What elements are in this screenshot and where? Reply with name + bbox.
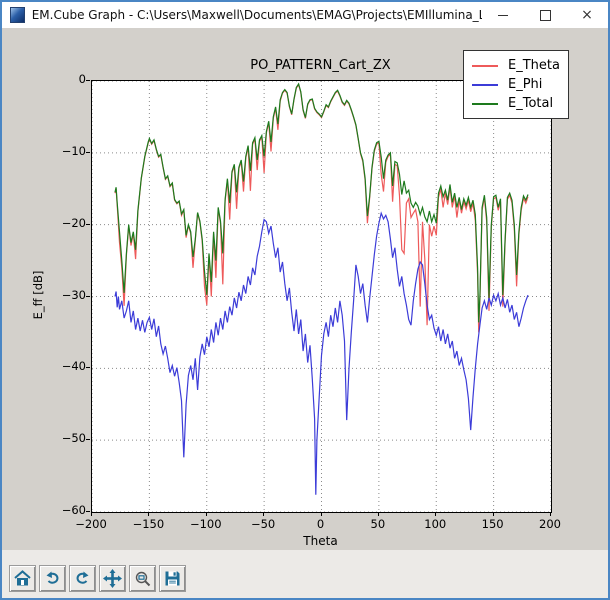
window-controls: × bbox=[482, 2, 608, 28]
y-tick-mark bbox=[86, 439, 90, 440]
window-title: EM.Cube Graph - C:\Users\Maxwell\Documen… bbox=[32, 8, 482, 22]
x-tick-label: −150 bbox=[133, 517, 165, 531]
save-floppy-icon bbox=[164, 570, 181, 587]
y-tick-mark bbox=[86, 224, 90, 225]
pan-button[interactable] bbox=[99, 565, 126, 592]
home-button[interactable] bbox=[9, 565, 36, 592]
save-button[interactable] bbox=[159, 565, 186, 592]
maximize-icon bbox=[540, 10, 551, 21]
plot-area[interactable] bbox=[91, 80, 552, 513]
legend-label: E_Total bbox=[508, 96, 553, 111]
series-E_Phi bbox=[115, 213, 528, 495]
legend-label: E_Phi bbox=[508, 77, 542, 92]
x-tick-label: 50 bbox=[371, 517, 386, 531]
app-icon bbox=[10, 7, 25, 23]
legend-entry-E_Theta: E_Theta bbox=[472, 56, 560, 75]
x-tick-label: −50 bbox=[251, 517, 275, 531]
legend-label: E_Theta bbox=[508, 58, 560, 73]
title-bar[interactable]: EM.Cube Graph - C:\Users\Maxwell\Documen… bbox=[2, 2, 608, 28]
y-tick-mark bbox=[86, 296, 90, 297]
series-E_Total bbox=[115, 84, 528, 323]
x-tick-label: 150 bbox=[482, 517, 504, 531]
y-tick-label: −20 bbox=[2, 216, 86, 230]
legend-entry-E_Phi: E_Phi bbox=[472, 75, 560, 94]
maximize-button[interactable] bbox=[524, 2, 566, 28]
legend-line-swatch bbox=[472, 84, 498, 86]
minimize-icon bbox=[498, 15, 508, 16]
x-tick-label: 200 bbox=[539, 517, 561, 531]
y-tick-label: −30 bbox=[2, 288, 86, 302]
zoom-button[interactable] bbox=[129, 565, 156, 592]
close-icon: × bbox=[581, 8, 593, 22]
home-icon bbox=[13, 569, 32, 588]
x-tick-mark bbox=[435, 512, 436, 516]
legend-entry-E_Total: E_Total bbox=[472, 94, 560, 113]
x-tick-label: 100 bbox=[424, 517, 446, 531]
legend: E_Theta E_Phi E_Total bbox=[463, 50, 569, 119]
x-tick-label: −100 bbox=[190, 517, 222, 531]
forward-arrow-icon bbox=[74, 570, 91, 587]
x-tick-mark bbox=[206, 512, 207, 516]
client-area: PO_PATTERN_Cart_ZX E_ff [dB] Theta −200−… bbox=[2, 28, 608, 598]
minimize-button[interactable] bbox=[482, 2, 524, 28]
x-axis-label: Theta bbox=[91, 534, 550, 548]
y-tick-label: −60 bbox=[2, 503, 86, 517]
y-tick-mark bbox=[86, 80, 90, 81]
plot-svg bbox=[92, 81, 551, 512]
figure-canvas[interactable]: PO_PATTERN_Cart_ZX E_ff [dB] Theta −200−… bbox=[2, 28, 608, 550]
legend-line-swatch bbox=[472, 103, 498, 105]
close-button[interactable]: × bbox=[566, 2, 608, 28]
back-button[interactable] bbox=[39, 565, 66, 592]
legend-line-swatch bbox=[472, 65, 498, 67]
x-tick-mark bbox=[321, 512, 322, 516]
back-arrow-icon bbox=[44, 570, 61, 587]
y-tick-mark bbox=[86, 152, 90, 153]
y-tick-label: 0 bbox=[2, 72, 86, 86]
x-tick-label: 0 bbox=[317, 517, 324, 531]
x-tick-mark bbox=[550, 512, 551, 516]
pan-arrows-icon bbox=[102, 568, 123, 589]
navigation-toolbar bbox=[2, 562, 608, 595]
x-tick-mark bbox=[91, 512, 92, 516]
x-tick-mark bbox=[263, 512, 264, 516]
x-tick-mark bbox=[378, 512, 379, 516]
forward-button[interactable] bbox=[69, 565, 96, 592]
x-tick-label: −200 bbox=[75, 517, 107, 531]
y-tick-label: −40 bbox=[2, 359, 86, 373]
y-tick-mark bbox=[86, 511, 90, 512]
x-tick-mark bbox=[148, 512, 149, 516]
y-tick-label: −10 bbox=[2, 144, 86, 158]
y-tick-label: −50 bbox=[2, 431, 86, 445]
app-window: EM.Cube Graph - C:\Users\Maxwell\Documen… bbox=[0, 0, 610, 600]
x-tick-mark bbox=[493, 512, 494, 516]
zoom-rect-icon bbox=[134, 570, 152, 588]
y-tick-mark bbox=[86, 367, 90, 368]
